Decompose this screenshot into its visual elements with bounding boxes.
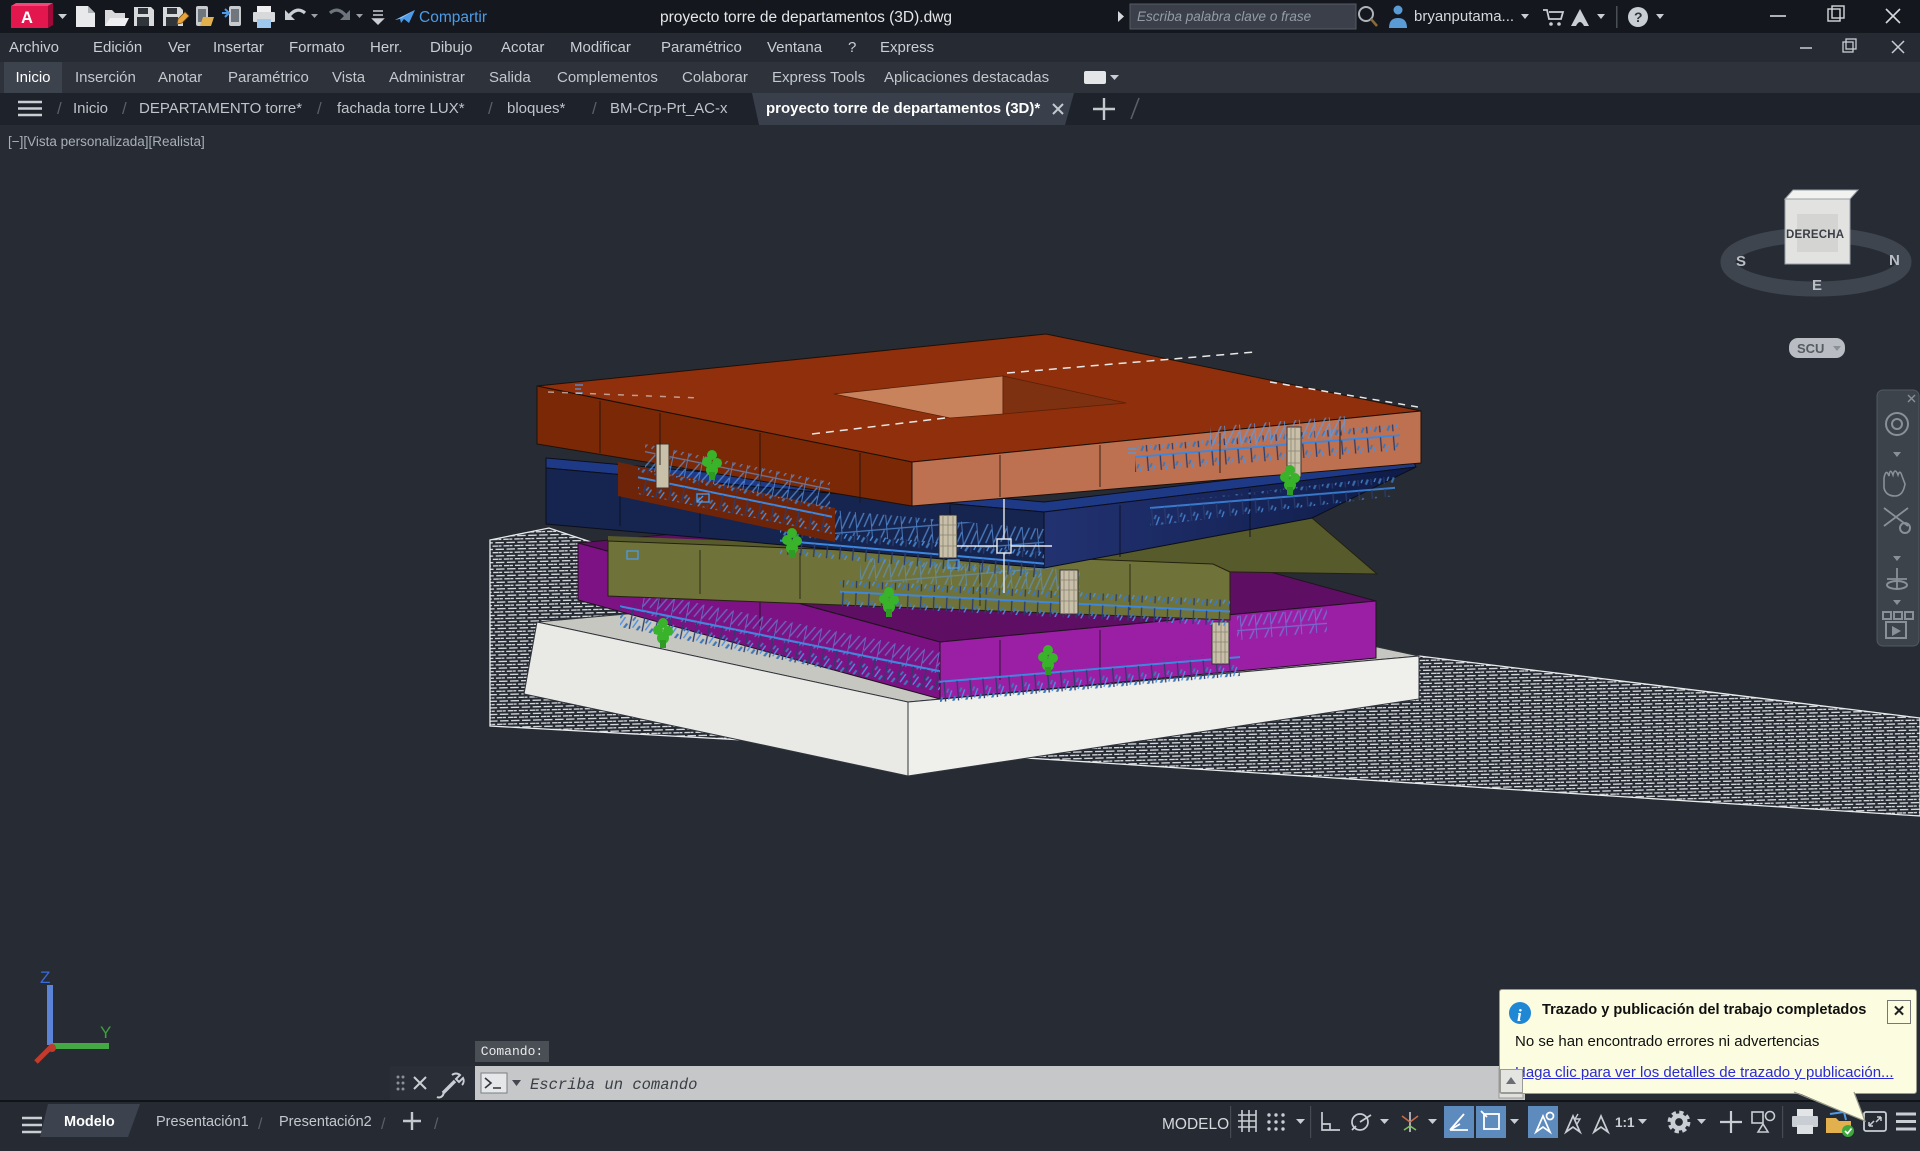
svg-text:E: E [1812, 277, 1822, 294]
svg-text:proyecto torre de departamento: proyecto torre de departamentos (3D).dwg [660, 9, 952, 26]
svg-text:Modelo: Modelo [64, 1114, 115, 1130]
svg-text:MODELO: MODELO [1162, 1116, 1229, 1133]
svg-text:SCU: SCU [1797, 341, 1824, 356]
svg-text:bryanputama...: bryanputama... [1414, 8, 1514, 25]
svg-text:A: A [21, 9, 33, 27]
svg-text:Presentación2: Presentación2 [279, 1114, 372, 1130]
svg-text:Escriba palabra clave o frase: Escriba palabra clave o frase [1137, 9, 1311, 24]
svg-text:/: / [258, 1116, 263, 1133]
svg-text:Z: Z [40, 968, 50, 987]
svg-text:DERECHA: DERECHA [1786, 229, 1844, 241]
svg-text:i: i [1517, 1006, 1522, 1025]
svg-text:Y: Y [100, 1023, 111, 1042]
svg-text:N: N [1889, 252, 1900, 269]
svg-text:/: / [434, 1116, 439, 1133]
svg-text:Presentación1: Presentación1 [156, 1114, 249, 1130]
svg-text:S: S [1736, 253, 1746, 270]
svg-text:Escriba un comando: Escriba un comando [530, 1076, 697, 1094]
svg-text:1:1: 1:1 [1615, 1115, 1635, 1130]
svg-text:Compartir: Compartir [419, 9, 487, 26]
svg-text:?: ? [1634, 9, 1643, 25]
svg-text:/: / [381, 1116, 386, 1133]
